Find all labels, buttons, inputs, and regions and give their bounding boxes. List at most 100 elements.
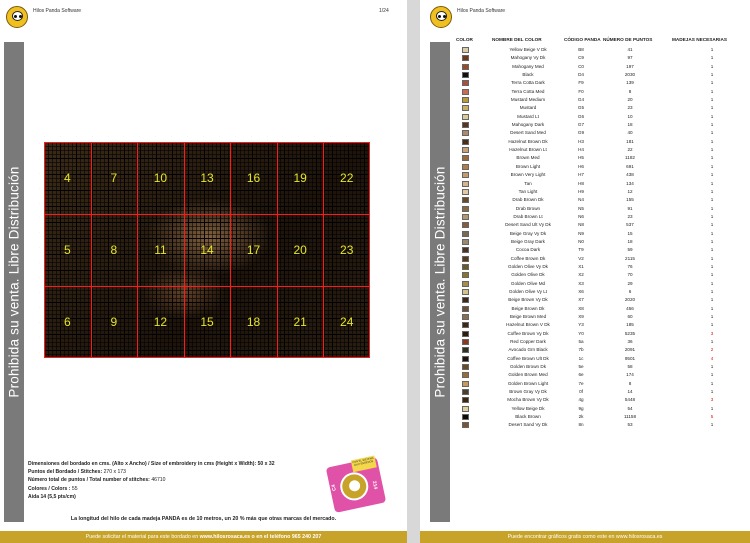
- stitch-count: 70: [627, 272, 633, 278]
- color-name: Golden Brown Med: [508, 372, 548, 378]
- color-swatch: [462, 213, 469, 220]
- color-swatch: [462, 113, 469, 120]
- ruler-tick: ·: [39, 350, 40, 354]
- skein-count: 1: [710, 247, 714, 253]
- stitches-label: Puntos del Bordado / Stitches:: [28, 469, 103, 476]
- header-name: NOMBRE DEL COLOR: [492, 37, 542, 42]
- skein-count: 3: [710, 330, 714, 336]
- skein-count: 1: [710, 163, 714, 169]
- skein-count: 1: [710, 288, 714, 294]
- ruler-tick: ·: [314, 135, 316, 138]
- ruler-tick: ·: [39, 216, 40, 220]
- color-code: G7: [577, 122, 585, 128]
- color-name: Golden Olive Dk: [511, 272, 545, 278]
- color-code: 9g: [578, 405, 584, 411]
- color-name: Terra Cotta Dark: [511, 80, 545, 86]
- page-section-number: 20: [293, 243, 307, 257]
- ruler-tick: ·: [39, 305, 40, 309]
- ruler-tick: ·: [155, 135, 157, 138]
- color-swatch: [462, 88, 469, 95]
- color-row: Golden Brown Med 6e 174 1: [420, 371, 750, 379]
- color-name: Golden Olive Vy Dk: [508, 263, 548, 269]
- color-swatch: [462, 47, 469, 53]
- ruler-tick: ·: [75, 135, 77, 138]
- color-name: Tan: [524, 180, 532, 186]
- pattern-grid: 4 7 10 13 16 19 22 5 8 11 14 17 20 23 6 9 12 15 18 21 24: [44, 142, 370, 358]
- footer-text: Puede encontrar gráficos gratis como est…: [507, 534, 663, 540]
- color-swatch: [462, 55, 469, 62]
- skein-count: 1: [710, 230, 714, 236]
- skein-count: 1: [710, 389, 714, 395]
- color-name: Red Copper Dark: [510, 339, 546, 345]
- color-swatch: [462, 105, 469, 112]
- color-name: Golden Olive Vy Lt: [508, 288, 548, 294]
- sidebar-banner: Prohibida su venta. Libre Distribución: [4, 42, 24, 522]
- skein-count: 1: [710, 105, 714, 111]
- color-code: 4g: [578, 397, 584, 403]
- color-code: H3: [578, 138, 584, 144]
- skein-count: 1: [710, 372, 714, 378]
- color-name: Drab Brown: [515, 205, 541, 211]
- stitch-count: 29: [627, 280, 633, 286]
- skein-count: 1: [710, 314, 714, 319]
- ruler-tick: ·: [39, 231, 40, 235]
- ruler-tick: ·: [346, 135, 347, 138]
- stitch-count: 8: [628, 88, 632, 94]
- color-name: Beige Gray Dark: [511, 238, 545, 244]
- ruler-tick: ·: [91, 135, 93, 138]
- skein-count: 1: [710, 122, 714, 128]
- color-code: Y0: [578, 330, 584, 336]
- stitch-count: 60: [627, 314, 633, 319]
- skein-count: 1: [710, 130, 714, 136]
- color-name: Yellow Beige V Dk: [509, 47, 547, 52]
- grid-divider-vertical: [44, 142, 45, 358]
- color-list-page: Hilos Panda Software Prohibida su venta.…: [420, 0, 750, 543]
- aida-label: Aida 14 (5,5 pts/cm): [28, 493, 76, 500]
- color-row: Red Copper Dark 5a 36 1: [420, 338, 750, 346]
- brand-name: Hilos Panda Software: [457, 8, 506, 14]
- color-code: X6: [578, 288, 584, 294]
- table-header: COLOR NOMBRE DEL COLOR CÓDIGO PANDA NÚME…: [420, 37, 750, 45]
- stitch-count: 18: [627, 238, 633, 244]
- color-swatch: [462, 122, 469, 129]
- color-code: H7: [578, 172, 584, 178]
- color-swatch: [462, 389, 469, 396]
- skein-count: 1: [710, 188, 714, 194]
- color-name: Desert Sand Ult Vy Dk: [505, 222, 551, 228]
- color-name: Mustard Medium: [510, 97, 546, 103]
- ruler-tick: ·: [39, 320, 40, 324]
- color-row: Hazelnut Brown Lt H4 22 1: [420, 146, 750, 154]
- footer-link[interactable]: www.hilosrosaca.es o en el teléfono 965 …: [200, 534, 322, 540]
- color-swatch: [462, 230, 469, 237]
- color-code: N8: [578, 222, 584, 228]
- page-section-number: 23: [340, 243, 354, 257]
- color-name: Desert Sand Med: [510, 130, 546, 136]
- color-code: C9: [578, 55, 584, 61]
- color-swatch: [462, 155, 469, 162]
- page-section-number: 14: [200, 243, 214, 257]
- page-section-number: 4: [63, 171, 71, 185]
- color-code: X2: [578, 272, 584, 278]
- skein-count: 1: [710, 88, 714, 94]
- color-swatch: [462, 405, 469, 412]
- ruler-tick: ·: [139, 135, 141, 138]
- color-code: 6e: [578, 372, 584, 378]
- page-section-number: 16: [246, 171, 261, 185]
- color-swatch: [462, 414, 469, 421]
- page-section-number: 8: [110, 243, 118, 257]
- stitch-count: 456: [626, 305, 634, 311]
- skein-count: 1: [710, 263, 714, 269]
- color-swatch: [462, 72, 469, 79]
- dimensions-label: Dimensiones del bordado en cms. (Alto x …: [28, 461, 257, 467]
- skein-count: 1: [710, 55, 714, 61]
- color-name: Golden Brown Light: [507, 380, 549, 386]
- grid-divider-vertical: [91, 142, 92, 358]
- stitch-count: 8: [628, 380, 632, 386]
- skein-count: 1: [710, 322, 714, 328]
- panda-logo-icon: [6, 6, 28, 28]
- stitch-count: 41: [627, 47, 633, 52]
- stitch-count: 438: [626, 172, 634, 178]
- color-name: Desert Sand Vy Dk: [508, 422, 548, 428]
- skein-count: 3: [710, 397, 714, 403]
- stitches-value: 270 x 173: [103, 469, 126, 476]
